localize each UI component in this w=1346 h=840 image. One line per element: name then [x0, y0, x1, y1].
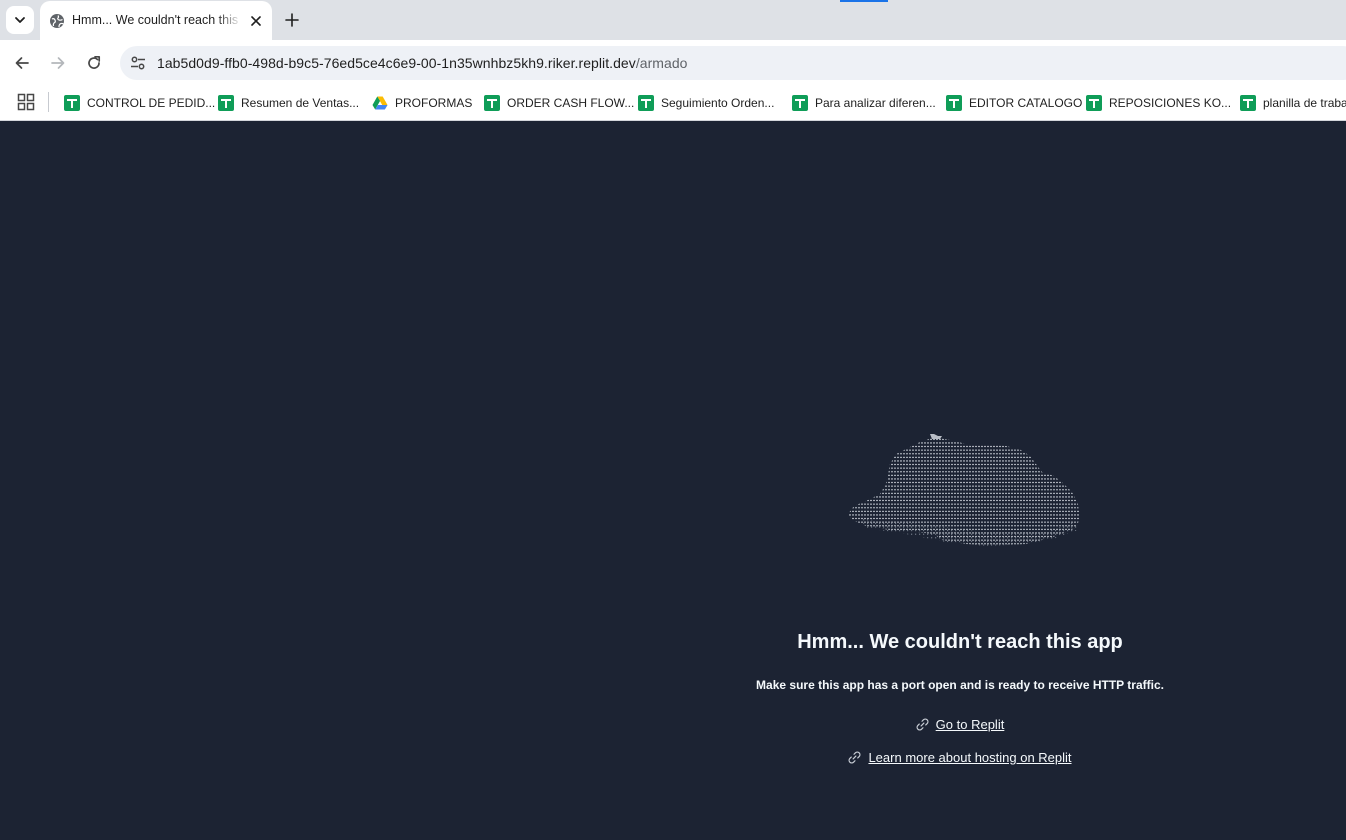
- apps-grid-icon[interactable]: [17, 93, 35, 111]
- arrow-left-icon: [15, 57, 29, 69]
- tab-title: Hmm... We couldn't reach this app: [72, 13, 242, 27]
- bookmark-item[interactable]: REPOSICIONES KO...: [1086, 91, 1231, 115]
- google-drive-icon: [372, 96, 388, 110]
- google-sheets-icon: [792, 95, 808, 111]
- bookmarks-bar: CONTROL DE PEDID... Resumen de Ventas...…: [0, 86, 1346, 121]
- bookmark-item[interactable]: EDITOR CATALOGO: [946, 91, 1082, 115]
- bookmark-label: Seguimiento Orden...: [661, 96, 775, 110]
- chevron-down-icon: [15, 17, 25, 23]
- bookmark-label: CONTROL DE PEDID...: [87, 96, 216, 110]
- bookmark-label: PROFORMAS: [395, 96, 473, 110]
- plus-icon: [285, 13, 299, 27]
- url-path: /armado: [635, 55, 688, 71]
- error-title: Hmm... We couldn't reach this app: [797, 631, 1123, 653]
- page-content: Hmm... We couldn't reach this app Make s…: [0, 121, 1346, 840]
- learn-more-hosting-link[interactable]: Learn more about hosting on Replit: [868, 750, 1071, 765]
- close-icon: [251, 16, 261, 26]
- bookmark-item[interactable]: Seguimiento Orden...: [638, 91, 774, 115]
- bookmark-label: REPOSICIONES KO...: [1109, 96, 1232, 110]
- google-sheets-icon: [946, 95, 962, 111]
- ascii-cloud-illustration: [848, 434, 1080, 546]
- google-sheets-icon: [64, 95, 80, 111]
- bookmark-item[interactable]: Resumen de Ventas...: [218, 91, 359, 115]
- link-icon: [848, 751, 861, 764]
- bookmark-label: Para analizar diferen...: [815, 96, 936, 110]
- error-subtitle: Make sure this app has a port open and i…: [756, 678, 1164, 692]
- url-host: 1ab5d0d9-ffb0-498d-b9c5-76ed5ce4c6e9-00-…: [157, 55, 636, 71]
- google-sheets-icon: [484, 95, 500, 111]
- site-info-button[interactable]: [126, 51, 150, 75]
- bookmark-item[interactable]: CONTROL DE PEDID...: [64, 91, 215, 115]
- reload-button[interactable]: [80, 49, 108, 77]
- bookmark-item[interactable]: PROFORMAS: [372, 91, 472, 115]
- bookmark-item[interactable]: Para analizar diferen...: [792, 91, 936, 115]
- bookmark-label: EDITOR CATALOGO: [969, 96, 1083, 110]
- google-sheets-icon: [638, 95, 654, 111]
- tab-close-button[interactable]: [246, 11, 266, 31]
- active-tab[interactable]: Hmm... We couldn't reach this app: [40, 1, 272, 40]
- tab-strip-accent: [840, 0, 888, 2]
- forward-button[interactable]: [44, 49, 72, 77]
- tab-search-button[interactable]: [6, 6, 34, 34]
- browser-toolbar: 1ab5d0d9-ffb0-498d-b9c5-76ed5ce4c6e9-00-…: [0, 40, 1346, 86]
- tune-icon: [131, 56, 145, 70]
- link-icon: [916, 718, 929, 731]
- google-sheets-icon: [1240, 95, 1256, 111]
- address-bar[interactable]: 1ab5d0d9-ffb0-498d-b9c5-76ed5ce4c6e9-00-…: [120, 46, 1346, 80]
- tab-strip: Hmm... We couldn't reach this app: [0, 0, 1346, 40]
- go-to-replit-link-row: Go to Replit: [760, 717, 1160, 732]
- bookmark-label: planilla de traba: [1263, 96, 1346, 110]
- google-sheets-icon: [218, 95, 234, 111]
- go-to-replit-link[interactable]: Go to Replit: [936, 717, 1005, 732]
- reload-icon: [88, 55, 101, 69]
- new-tab-button[interactable]: [280, 8, 304, 32]
- google-sheets-icon: [1086, 95, 1102, 111]
- globe-icon: [50, 14, 64, 28]
- learn-more-link-row: Learn more about hosting on Replit: [760, 750, 1160, 765]
- arrow-right-icon: [51, 57, 65, 69]
- url-text[interactable]: 1ab5d0d9-ffb0-498d-b9c5-76ed5ce4c6e9-00-…: [157, 55, 688, 71]
- bookmark-label: ORDER CASH FLOW...: [507, 96, 635, 110]
- bookmark-item[interactable]: ORDER CASH FLOW...: [484, 91, 634, 115]
- back-button[interactable]: [8, 49, 36, 77]
- bookmark-label: Resumen de Ventas...: [241, 96, 360, 110]
- bookmarks-separator: [48, 92, 49, 112]
- bookmark-item[interactable]: planilla de traba: [1240, 91, 1346, 115]
